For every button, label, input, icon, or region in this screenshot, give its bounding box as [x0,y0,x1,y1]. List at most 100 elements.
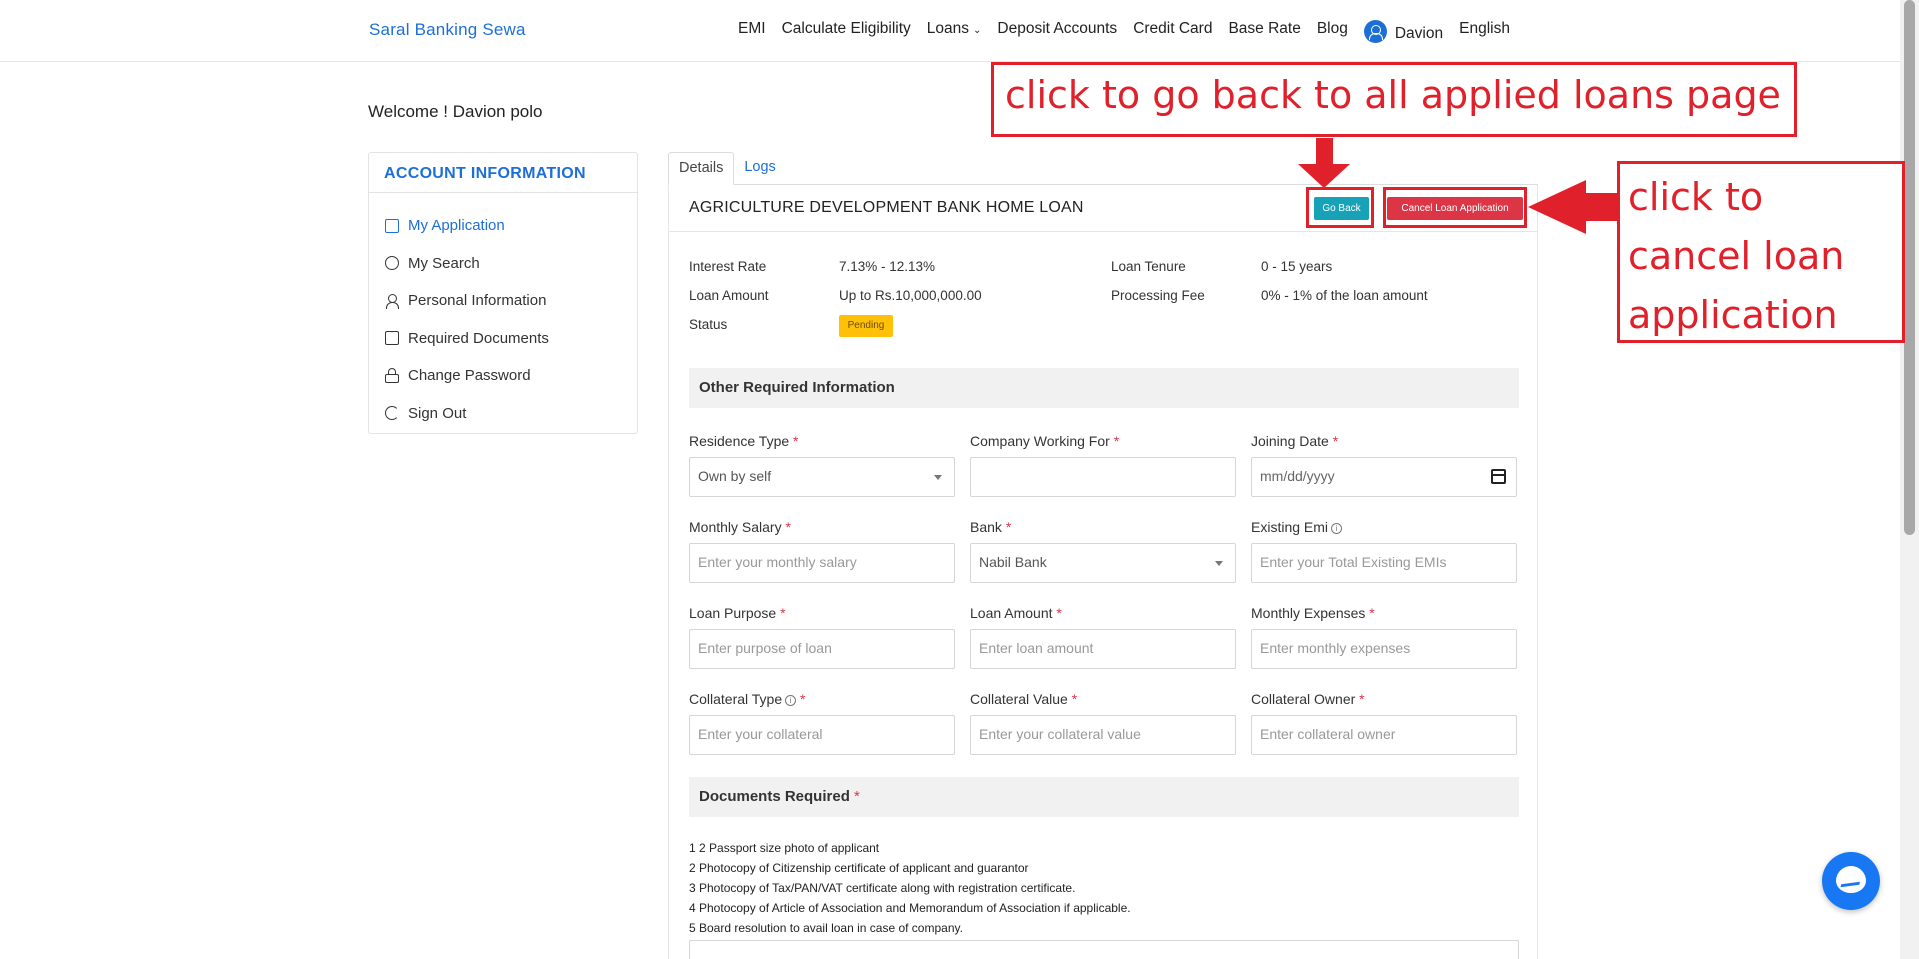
status-label: Status [689,317,728,332]
document-item: 5 Board resolution to avail loan in case… [689,921,963,935]
residence-type-label-text: Residence Type [689,433,790,449]
processing-fee-label: Processing Fee [1111,288,1205,303]
required-asterisk: * [1005,519,1012,535]
documents-heading-text: Documents Required [699,788,850,805]
existing-emi-input[interactable]: Enter your Total Existing EMIs [1251,543,1517,583]
scrollbar-thumb[interactable] [1904,0,1915,535]
nav-base-rate[interactable]: Base Rate [1228,20,1300,43]
info-icon[interactable]: i [785,695,797,706]
bank-label: Bank * [970,519,1011,535]
required-asterisk: * [780,605,786,621]
loan-purpose-input[interactable]: Enter purpose of loan [689,629,955,669]
go-back-annotation-text: click to go back to all applied loans pa… [1005,73,1781,117]
cancel-highlight [1383,187,1527,228]
sidebar-item-label: Sign Out [408,404,467,422]
nav-loans-label: Loans [926,20,970,37]
required-asterisk: * [793,433,799,449]
document-item: 2 Photocopy of Citizenship certificate o… [689,861,1029,875]
collateral-value-label-text: Collateral Value [970,691,1068,707]
existing-emi-label-text: Existing Emi [1251,519,1329,535]
user-icon [385,293,399,309]
sidebar-item-label: My Application [408,217,505,235]
required-asterisk: * [1071,691,1078,707]
collateral-value-input[interactable]: Enter your collateral value [970,715,1236,755]
tab-logs[interactable]: Logs [734,152,785,185]
nav-emi[interactable]: EMI [738,20,766,43]
loan-detail-panel: AGRICULTURE DEVELOPMENT BANK HOME LOAN G… [668,185,1538,959]
joining-date-label: Joining Date * [1251,433,1338,449]
info-icon[interactable]: i [1331,523,1343,534]
loan-amount-input[interactable]: Enter loan amount [970,629,1236,669]
sidebar-item-change-password[interactable]: Change Password [385,357,621,395]
document-upload-field[interactable] [689,940,1519,959]
other-info-heading: Other Required Information [689,368,1519,408]
monthly-salary-label: Monthly Salary * [689,519,791,535]
sidebar-heading: ACCOUNT INFORMATION [369,153,637,193]
brand-logo[interactable]: Saral Banking Sewa [369,20,526,40]
detail-tabs: Details Logs [668,152,786,185]
loan-amount-label: Loan Amount [689,288,769,303]
nav-loans[interactable]: Loans ⌄ [927,20,982,43]
loan-purpose-label: Loan Purpose * [689,605,786,621]
collateral-owner-label: Collateral Owner * [1251,691,1365,707]
nav-language[interactable]: English [1459,20,1510,43]
collateral-owner-placeholder: Enter collateral owner [1260,726,1396,742]
collateral-type-label-text: Collateral Type [689,691,783,707]
sidebar-item-sign-out[interactable]: Sign Out [385,395,621,433]
document-item: 4 Photocopy of Article of Association an… [689,901,1131,915]
calendar-icon[interactable] [1491,469,1506,484]
nav-blog[interactable]: Blog [1317,20,1348,43]
monthly-salary-placeholder: Enter your monthly salary [698,554,857,570]
collateral-owner-input[interactable]: Enter collateral owner [1251,715,1517,755]
monthly-expenses-placeholder: Enter monthly expenses [1260,640,1411,656]
sidebar-item-my-search[interactable]: My Search [385,245,621,283]
status-badge: Pending [839,315,893,337]
collateral-type-placeholder: Enter your collateral [698,726,823,742]
monthly-expenses-input[interactable]: Enter monthly expenses [1251,629,1517,669]
user-avatar-icon [1363,20,1387,43]
tab-details[interactable]: Details [668,152,735,185]
joining-date-label-text: Joining Date [1251,433,1329,449]
welcome-message: Welcome ! Davion polo [368,102,543,121]
messenger-chat-icon[interactable] [1822,852,1880,910]
nav-credit-card[interactable]: Credit Card [1133,20,1212,43]
sidebar-item-my-application[interactable]: My Application [385,207,621,245]
sidebar-item-personal-information[interactable]: Personal Information [385,282,621,320]
nav-deposit-accounts[interactable]: Deposit Accounts [997,20,1117,43]
nav-user[interactable]: Davion [1363,20,1444,43]
loan-amount-field-label: Loan Amount * [970,605,1062,621]
bank-label-text: Bank [970,519,1002,535]
collateral-type-label: Collateral Type i * [689,691,805,707]
vertical-scrollbar[interactable] [1900,0,1919,959]
existing-emi-label: Existing Emi i [1251,519,1343,535]
required-asterisk: * [1369,605,1375,621]
residence-type-select[interactable]: Own by self [689,457,955,497]
processing-fee-value: 0% - 1% of the loan amount [1261,288,1428,303]
joining-date-input[interactable]: mm/dd/yyyy [1251,457,1517,497]
nav-calculate-eligibility[interactable]: Calculate Eligibility [782,20,911,43]
sidebar-item-required-documents[interactable]: Required Documents [385,320,621,358]
sidebar-links: My Application My Search Personal Inform… [369,193,637,446]
collateral-type-input[interactable]: Enter your collateral [689,715,955,755]
required-asterisk: * [800,691,806,707]
required-asterisk: * [1359,691,1365,707]
required-asterisk: * [1056,605,1062,621]
loan-amount-placeholder: Enter loan amount [979,640,1094,656]
go-back-highlight [1306,187,1374,228]
sidebar-item-label: My Search [408,254,480,272]
residence-type-value: Own by self [698,468,772,484]
loan-tenure-label: Loan Tenure [1111,259,1186,274]
sidebar-item-label: Personal Information [408,292,547,310]
loan-amount-field-label-text: Loan Amount [970,605,1053,621]
monthly-salary-input[interactable]: Enter your monthly salary [689,543,955,583]
monthly-salary-label-text: Monthly Salary [689,519,782,535]
company-label-text: Company Working For [970,433,1110,449]
required-asterisk: * [785,519,791,535]
chevron-down-icon: ⌄ [973,25,982,36]
loan-amount-value: Up to Rs.10,000,000.00 [839,288,982,303]
company-input[interactable] [970,457,1236,497]
required-asterisk: * [1113,433,1120,449]
top-navbar: Saral Banking Sewa EMI Calculate Eligibi… [0,0,1900,62]
nav-user-name: Davion [1394,25,1444,42]
bank-select[interactable]: Nabil Bank [970,543,1236,583]
